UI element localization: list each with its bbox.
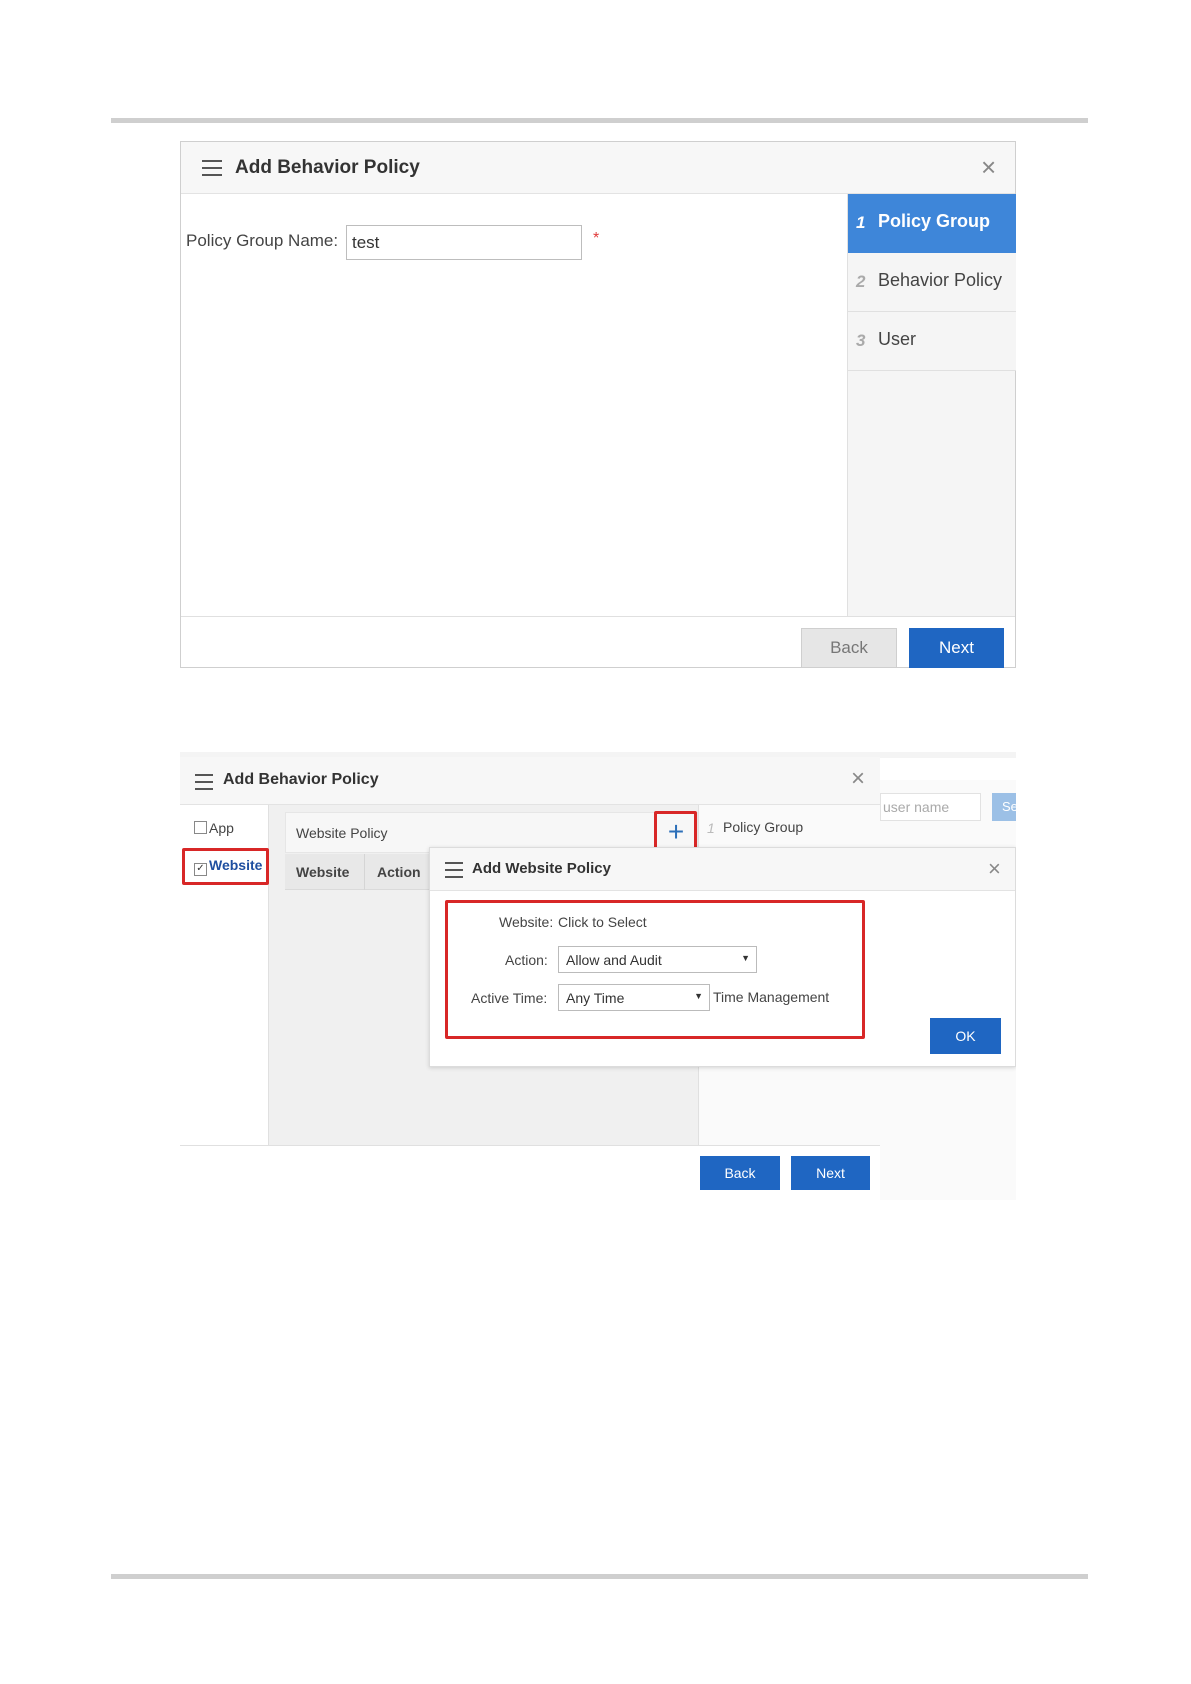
action-select[interactable]: Allow and Audit ▼ xyxy=(558,946,757,973)
back-button[interactable]: Back xyxy=(801,628,897,668)
top-rule xyxy=(111,118,1088,123)
search-input[interactable]: user name xyxy=(880,793,981,821)
step-behavior-policy[interactable]: 2 Behavior Policy xyxy=(848,253,1016,312)
dialog-header: Add Behavior Policy × xyxy=(181,142,1015,194)
ok-button[interactable]: OK xyxy=(930,1018,1001,1054)
next-button[interactable]: Next xyxy=(909,628,1004,668)
search-button[interactable]: Se xyxy=(992,793,1016,821)
type-list: App ✓ Website xyxy=(180,805,269,1145)
menu-icon xyxy=(202,160,222,176)
next-button[interactable]: Next xyxy=(791,1156,870,1190)
policy-group-name-label: Policy Group Name: xyxy=(186,231,339,250)
panel-title: Website Policy xyxy=(296,825,388,841)
active-time-select[interactable]: Any Time ▼ xyxy=(558,984,710,1011)
bottom-rule xyxy=(111,1574,1088,1579)
step-policy-group[interactable]: 1 Policy Group xyxy=(699,805,881,851)
dialog-title: Add Behavior Policy xyxy=(235,157,420,178)
menu-icon xyxy=(195,774,213,790)
active-time-label: Active Time: xyxy=(471,990,548,1006)
time-management-link[interactable]: Time Management xyxy=(713,989,829,1005)
step-user[interactable]: 3 User xyxy=(848,312,1016,371)
dialog-header: Add Behavior Policy × xyxy=(180,757,880,805)
type-website-label: Website xyxy=(209,857,263,873)
app-checkbox[interactable] xyxy=(194,821,207,834)
menu-icon xyxy=(445,862,463,878)
website-checkbox[interactable]: ✓ xyxy=(194,863,207,876)
inner-dialog-header: Add Website Policy × xyxy=(430,848,1015,891)
action-label: Action: xyxy=(505,952,548,968)
dropdown-arrow-icon: ▼ xyxy=(694,991,703,1001)
dialog-footer: Back Next xyxy=(180,1145,880,1200)
close-icon[interactable]: × xyxy=(988,856,1001,882)
type-app-label: App xyxy=(209,820,234,836)
dialog-footer: Back Next xyxy=(181,616,1015,668)
click-to-select-link[interactable]: Click to Select xyxy=(558,914,647,930)
active-time-select-value: Any Time xyxy=(566,990,625,1006)
step-number: 2 xyxy=(856,272,866,291)
inner-dialog-title: Add Website Policy xyxy=(472,860,611,877)
add-behavior-policy-dialog: Add Behavior Policy × Policy Group Name:… xyxy=(180,141,1016,668)
step-number: 1 xyxy=(707,820,715,836)
dialog-title: Add Behavior Policy xyxy=(223,771,379,788)
type-app[interactable]: App xyxy=(194,820,234,836)
close-icon[interactable]: × xyxy=(851,766,865,792)
step-label: Policy Group xyxy=(723,819,804,835)
action-select-value: Allow and Audit xyxy=(566,952,662,968)
step-label: User xyxy=(878,329,917,349)
back-button[interactable]: Back xyxy=(700,1156,780,1190)
step-label: Policy Group xyxy=(878,211,991,231)
website-label: Website: xyxy=(499,914,554,930)
type-website[interactable]: ✓ Website xyxy=(194,857,262,876)
column-website: Website xyxy=(285,854,365,890)
dropdown-arrow-icon: ▼ xyxy=(741,953,750,963)
required-mark: * xyxy=(593,230,600,247)
policy-group-name-input[interactable]: test xyxy=(346,225,582,260)
step-number: 3 xyxy=(856,331,866,350)
website-policy-screenshot: user name Se Add Behavior Policy × App ✓… xyxy=(180,752,1016,1200)
step-label: Behavior Policy xyxy=(878,270,1003,290)
step-policy-group[interactable]: 1 Policy Group xyxy=(848,194,1016,253)
step-number: 1 xyxy=(856,213,866,232)
add-website-policy-dialog: Add Website Policy × Website: Click to S… xyxy=(429,847,1016,1067)
close-icon[interactable]: × xyxy=(981,154,996,180)
add-icon[interactable]: + xyxy=(663,813,689,851)
steps-sidebar: 1 Policy Group 2 Behavior Policy 3 User xyxy=(847,194,1016,616)
